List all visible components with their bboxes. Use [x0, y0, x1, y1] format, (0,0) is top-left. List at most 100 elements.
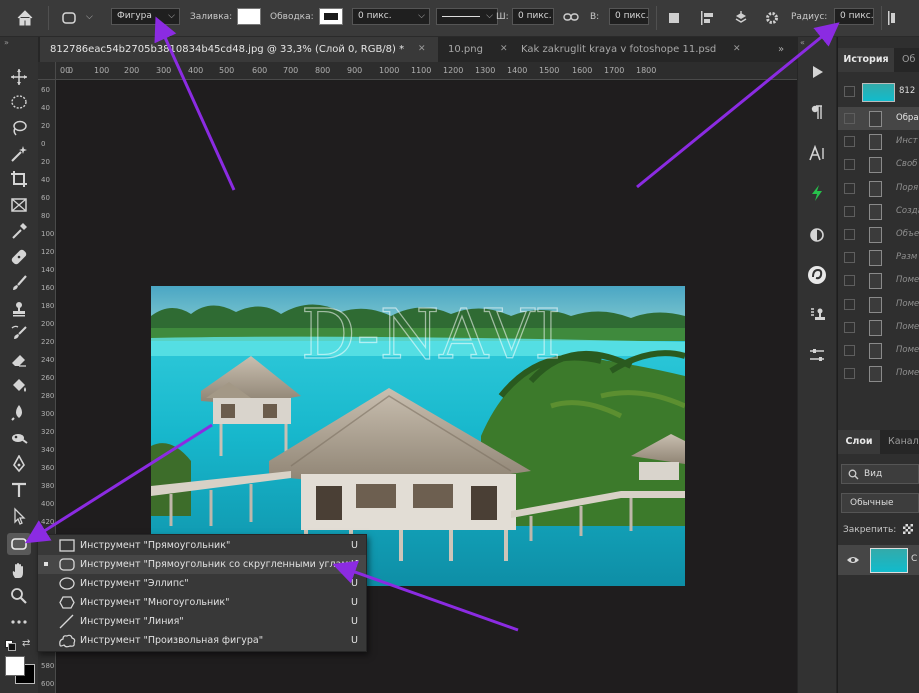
menu-item-polygon[interactable]: Инструмент "Многоугольник" U — [38, 593, 366, 612]
gear-icon[interactable] — [763, 9, 781, 27]
history-checkbox[interactable] — [844, 345, 855, 356]
play-action-icon[interactable] — [805, 60, 829, 84]
tab-10-png[interactable]: 10.png ✕ — [438, 37, 508, 62]
adjustments-icon[interactable] — [805, 223, 829, 247]
rounded-rectangle-preset-icon[interactable] — [60, 9, 78, 27]
clone-source-icon[interactable] — [805, 303, 829, 327]
tab-actions[interactable]: Об — [902, 48, 919, 72]
history-step[interactable]: Созда — [838, 200, 919, 223]
history-checkbox[interactable] — [844, 275, 855, 287]
history-brush-tool-icon[interactable] — [7, 323, 31, 345]
marquee-tool-icon[interactable] — [7, 91, 31, 113]
history-checkbox[interactable] — [844, 368, 855, 380]
chevron-down-icon[interactable]: ⌵ — [86, 12, 93, 22]
stroke-width-field[interactable]: 0 пикс. ⌵ — [352, 8, 430, 25]
zoom-tool-icon[interactable] — [7, 585, 31, 607]
foreground-color-swatch[interactable] — [5, 656, 25, 676]
history-step[interactable]: Поме — [838, 316, 919, 339]
eye-icon[interactable] — [846, 555, 860, 565]
menu-item-rectangle[interactable]: Инструмент "Прямоугольник" U — [38, 536, 366, 555]
paint-bucket-tool-icon[interactable] — [7, 375, 31, 397]
tab-overflow[interactable]: » — [778, 37, 794, 62]
swap-colors-icon[interactable]: ⇄ — [22, 638, 30, 649]
lightning-icon[interactable] — [805, 181, 829, 205]
history-snapshot[interactable]: 812 — [838, 80, 919, 103]
blur-tool-icon[interactable] — [7, 401, 31, 423]
home-icon[interactable] — [14, 7, 36, 29]
history-checkbox[interactable] — [844, 205, 855, 217]
stroke-swatch[interactable] — [319, 8, 343, 25]
panel-expand-icon[interactable]: « — [800, 38, 805, 47]
radius-field[interactable]: 0 пикс. — [834, 8, 874, 25]
paragraph-icon[interactable] — [805, 100, 829, 124]
history-checkbox[interactable] — [844, 229, 855, 240]
type-tool-icon[interactable] — [7, 479, 31, 501]
close-icon[interactable]: ✕ — [500, 37, 508, 62]
crop-tool-icon[interactable] — [7, 168, 31, 190]
panel-collapse-icon[interactable]: » — [4, 38, 9, 47]
history-checkbox[interactable] — [844, 298, 855, 310]
tab-channels[interactable]: Канал — [888, 430, 919, 454]
link-icon[interactable] — [562, 10, 580, 24]
history-step[interactable]: Поме — [838, 293, 919, 316]
path-selection-tool-icon[interactable] — [7, 505, 31, 527]
history-step[interactable]: Поря — [838, 177, 919, 200]
history-checkbox[interactable] — [844, 113, 855, 124]
default-colors-icon[interactable] — [5, 640, 16, 651]
eyedropper-tool-icon[interactable] — [7, 220, 31, 242]
menu-item-custom-shape[interactable]: Инструмент "Произвольная фигура" U — [38, 631, 366, 650]
pen-tool-icon[interactable] — [7, 453, 31, 475]
character-icon[interactable] — [805, 141, 829, 165]
dodge-tool-icon[interactable] — [7, 427, 31, 449]
brush-tool-icon[interactable] — [7, 272, 31, 294]
close-icon[interactable]: ✕ — [733, 37, 741, 62]
close-icon[interactable]: ✕ — [418, 37, 426, 62]
magic-wand-tool-icon[interactable] — [7, 143, 31, 165]
lasso-tool-icon[interactable] — [7, 117, 31, 139]
stroke-type-select[interactable]: ⌵ — [436, 8, 498, 25]
menu-item-rounded-rectangle[interactable]: Инструмент "Прямоугольник со скругленным… — [38, 555, 366, 574]
stamp-tool-icon[interactable] — [7, 298, 31, 320]
tab-history[interactable]: История — [838, 48, 894, 72]
blend-mode-select[interactable]: Обычные — [841, 493, 919, 513]
history-step[interactable]: Своб — [838, 153, 919, 176]
history-step[interactable]: Объе — [838, 223, 919, 246]
history-checkbox[interactable] — [844, 252, 855, 264]
move-tool-icon[interactable] — [7, 66, 31, 88]
properties-icon[interactable] — [805, 343, 829, 367]
menu-item-line[interactable]: Инструмент "Линия" U — [38, 612, 366, 631]
lock-transparent-icon[interactable] — [903, 524, 913, 534]
history-step[interactable]: Поме — [838, 362, 919, 385]
history-checkbox[interactable] — [844, 86, 855, 97]
frame-tool-icon[interactable] — [7, 194, 31, 216]
history-checkbox[interactable] — [844, 182, 855, 194]
menu-item-ellipse[interactable]: Инструмент "Эллипс" U — [38, 574, 366, 593]
layer-row[interactable]: С — [838, 545, 919, 575]
history-step[interactable]: Поме — [838, 269, 919, 292]
healing-brush-tool-icon[interactable] — [7, 246, 31, 268]
libraries-icon[interactable] — [805, 263, 829, 287]
history-checkbox[interactable] — [844, 159, 855, 171]
history-step[interactable]: Инст — [838, 130, 919, 153]
align-edges-icon[interactable] — [886, 9, 904, 27]
tab-active-document[interactable]: 812786eac54b2705b3810834b45cd48.jpg @ 33… — [40, 37, 438, 62]
history-step[interactable]: Обра — [838, 107, 919, 130]
path-alignment-icon[interactable] — [698, 9, 716, 27]
height-field[interactable]: 0 пикс. — [609, 8, 649, 25]
history-step[interactable]: Поме — [838, 339, 919, 362]
history-step[interactable]: Разм — [838, 246, 919, 269]
tab-layers[interactable]: Слои — [838, 430, 880, 454]
path-arrangement-icon[interactable] — [731, 9, 751, 27]
rounded-rectangle-tool-icon[interactable] — [7, 533, 31, 555]
layer-filter-search[interactable]: Вид — [841, 464, 919, 484]
path-operations-icon[interactable] — [666, 10, 682, 26]
width-field[interactable]: 0 пикс. — [512, 8, 554, 25]
eraser-tool-icon[interactable] — [7, 349, 31, 371]
mode-select[interactable]: Фигура ⌵ — [111, 8, 180, 25]
more-tools-icon[interactable] — [7, 611, 31, 633]
hand-tool-icon[interactable] — [7, 560, 31, 582]
tab-kak-zakruglit[interactable]: Kak zakruglit kraya v fotoshope 11.psd ✕ — [510, 37, 750, 62]
fill-swatch[interactable] — [237, 8, 261, 25]
history-checkbox[interactable] — [844, 136, 855, 148]
history-checkbox[interactable] — [844, 321, 855, 333]
